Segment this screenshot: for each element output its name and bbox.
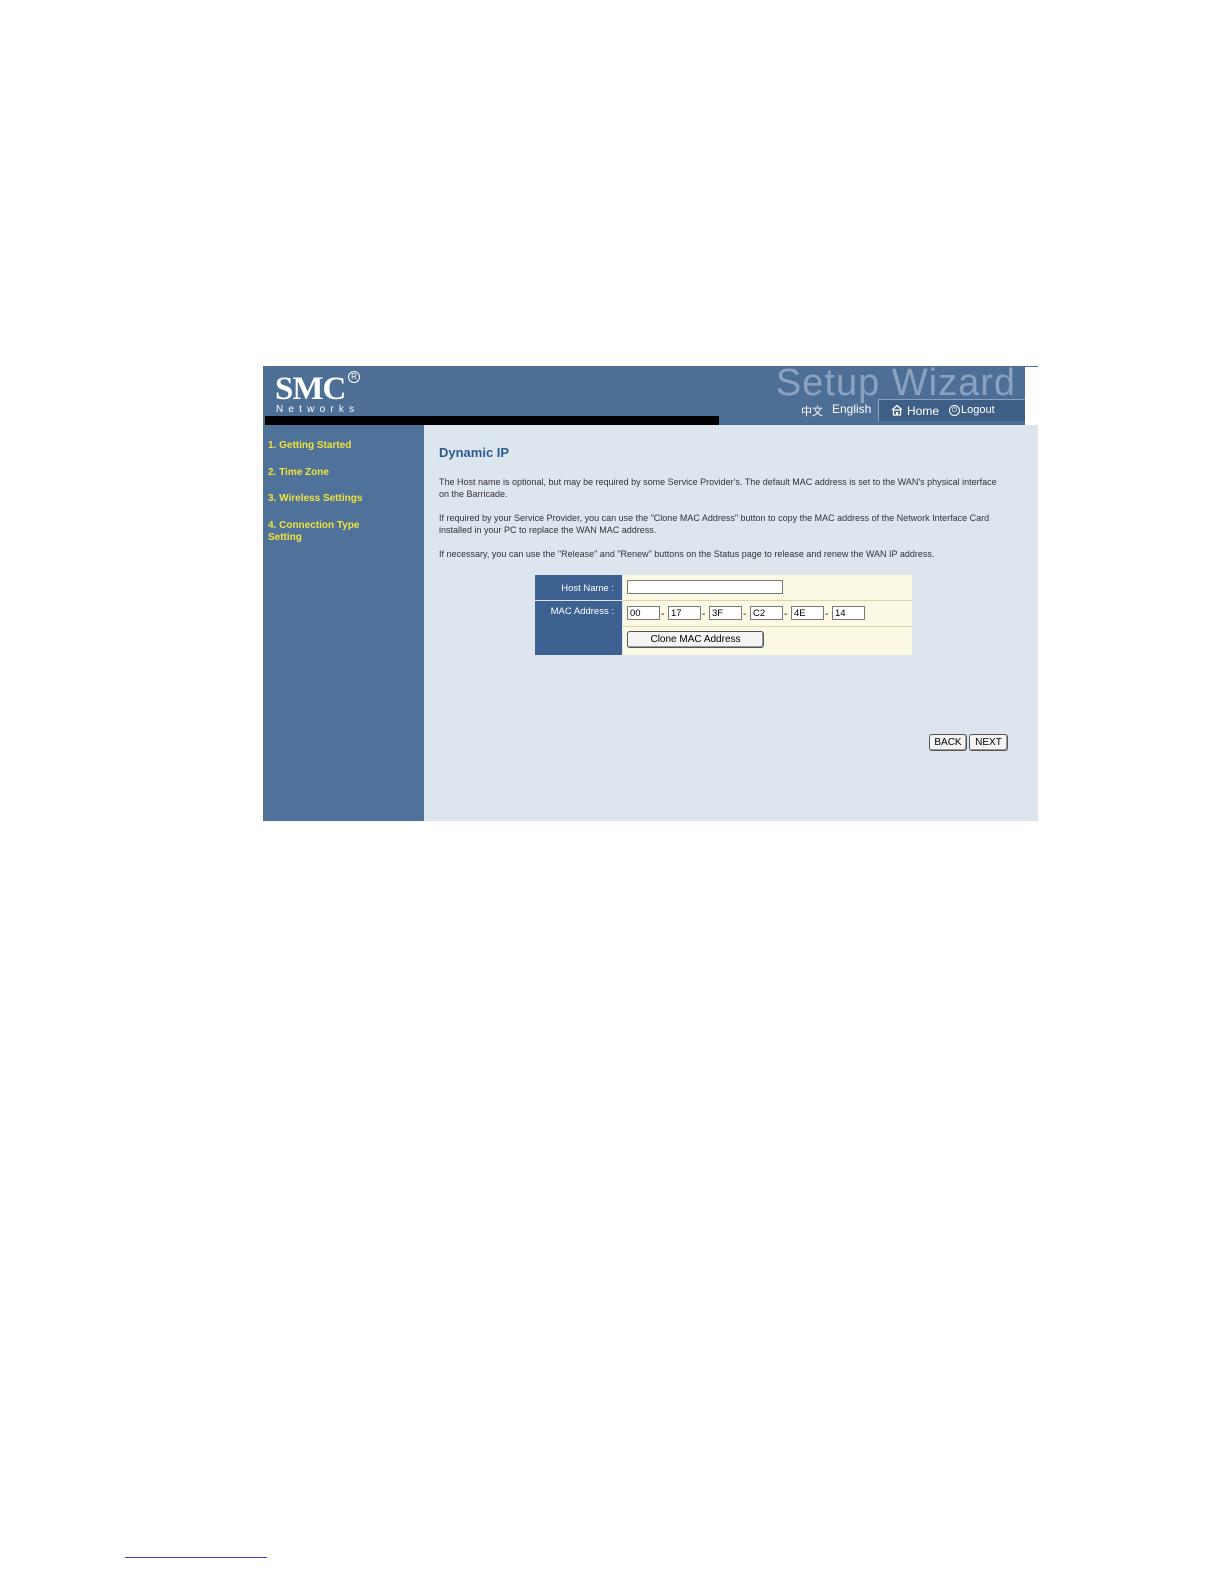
logout-icon[interactable]: ⏻	[949, 405, 960, 416]
mac-octet-1-input[interactable]: 00	[627, 606, 660, 620]
mac-address-label: MAC Address :	[550, 606, 614, 617]
description-paragraph: The Host name is optional, but may be re…	[439, 477, 997, 499]
logo-sub-text: Networks	[276, 404, 360, 415]
mac-octet-3-input[interactable]: 3F	[709, 606, 742, 620]
clone-row-cell: Clone MAC Address	[623, 627, 912, 655]
logout-link[interactable]: Logout	[961, 404, 995, 416]
main-content: Dynamic IP The Host name is optional, bu…	[424, 425, 1038, 821]
language-english-link[interactable]: English	[832, 402, 871, 416]
language-chinese-link[interactable]: 中文	[801, 403, 823, 419]
mac-separator: -	[825, 609, 829, 620]
mac-address-label-cell: MAC Address :	[535, 601, 622, 655]
clone-mac-address-button[interactable]: Clone MAC Address	[627, 631, 764, 648]
sidebar-item-time-zone[interactable]: 2. Time Zone	[268, 467, 388, 479]
smc-logo: SMC R Networks	[275, 370, 365, 415]
setup-wizard-window: SMC R Networks Setup Wizard 中文 English H…	[263, 362, 1038, 821]
host-name-label: Host Name :	[561, 583, 614, 594]
mac-address-value-cell: 00 - 17 - 3F - C2 - 4E - 14	[623, 601, 912, 626]
back-button[interactable]: BACK	[929, 734, 967, 751]
footnote-link-underline	[125, 1557, 267, 1558]
header: SMC R Networks Setup Wizard 中文 English H…	[263, 362, 1038, 426]
mac-separator: -	[784, 609, 788, 620]
mac-octet-5-input[interactable]: 4E	[791, 606, 824, 620]
mac-separator: -	[661, 609, 665, 620]
next-button[interactable]: NEXT	[969, 734, 1008, 751]
host-name-label-cell: Host Name :	[535, 575, 622, 600]
page-title: Dynamic IP	[439, 445, 510, 460]
description-paragraph: If required by your Service Provider, yo…	[439, 513, 990, 535]
sidebar-item-getting-started[interactable]: 1. Getting Started	[268, 440, 388, 452]
logo-main-text: SMC	[275, 371, 346, 407]
host-name-value-cell	[623, 575, 912, 600]
home-link[interactable]: Home	[907, 404, 939, 418]
registered-mark: R	[348, 371, 360, 383]
mac-separator: -	[743, 609, 747, 620]
sidebar-item-connection-type[interactable]: 4. Connection Type Setting	[268, 520, 368, 544]
mac-octet-6-input[interactable]: 14	[832, 606, 865, 620]
description-paragraph: If necessary, you can use the "Release" …	[439, 549, 935, 559]
header-divider-bar	[265, 416, 719, 425]
header-right-gap	[1025, 366, 1038, 426]
mac-octet-4-input[interactable]: C2	[750, 606, 783, 620]
sidebar-item-wireless-settings[interactable]: 3. Wireless Settings	[268, 493, 388, 505]
dynamic-ip-form: Host Name : MAC Address : 00 - 17 - 3F -…	[535, 575, 913, 655]
nav-tab: Home ⏻ Logout	[878, 399, 1026, 421]
mac-separator: -	[702, 609, 706, 620]
host-name-input[interactable]	[627, 580, 783, 594]
home-icon[interactable]	[891, 404, 903, 416]
mac-octet-2-input[interactable]: 17	[668, 606, 701, 620]
sidebar: 1. Getting Started 2. Time Zone 3. Wirel…	[263, 425, 424, 821]
